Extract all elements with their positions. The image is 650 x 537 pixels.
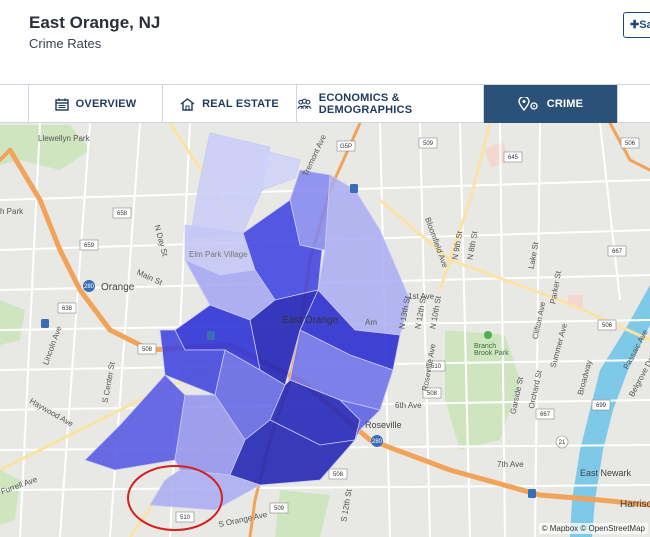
- map-canvas[interactable]: G5P 509 645 506 658 659 280 638 508 508 …: [0, 123, 650, 537]
- map-label-roseville: Roseville: [365, 420, 402, 430]
- save-button[interactable]: ✚Sa: [623, 12, 650, 38]
- svg-text:667: 667: [612, 249, 623, 255]
- map-label-ampere: Am: [365, 318, 377, 327]
- house-icon: [180, 97, 195, 111]
- map-label-llewellyn-park: Llewellyn Park: [38, 134, 90, 143]
- city-title: East Orange, NJ: [29, 13, 161, 32]
- tab-real-estate-label: REAL ESTATE: [202, 98, 279, 110]
- map-label-east-newark: East Newark: [580, 468, 632, 478]
- svg-text:508: 508: [142, 347, 153, 353]
- map-label-orange: Orange: [101, 282, 135, 293]
- tab-crime-label: CRIME: [546, 98, 584, 110]
- svg-text:G5P: G5P: [340, 144, 352, 150]
- svg-text:638: 638: [62, 306, 73, 312]
- svg-text:509: 509: [274, 506, 285, 512]
- section-tabs: OVERVIEW REAL ESTATE ECONOMICS & DEMOGRA…: [0, 84, 650, 123]
- page-subtitle: Crime Rates: [29, 36, 102, 51]
- location-pins-icon: [518, 97, 538, 111]
- tab-next-partial[interactable]: [618, 85, 650, 123]
- map-label-east-orange: East Orange: [282, 315, 339, 326]
- svg-text:645: 645: [508, 155, 519, 161]
- svg-text:667: 667: [540, 412, 551, 418]
- tab-economics-demographics-label: ECONOMICS & DEMOGRAPHICS: [318, 92, 413, 116]
- svg-text:509: 509: [423, 141, 434, 147]
- map-label-harrison: Harriso: [620, 499, 650, 510]
- svg-text:699: 699: [596, 403, 607, 409]
- svg-text:280: 280: [372, 439, 383, 445]
- svg-text:280: 280: [84, 284, 95, 290]
- svg-text:659: 659: [84, 243, 95, 249]
- tab-real-estate[interactable]: REAL ESTATE: [163, 85, 297, 123]
- map-label-branch-brook-park: Branch Brook Park: [474, 343, 509, 357]
- crime-map[interactable]: G5P 509 645 506 658 659 280 638 508 508 …: [0, 123, 650, 537]
- map-label-elm-park-village: Elm Park Village: [189, 250, 248, 259]
- svg-text:21: 21: [559, 440, 566, 446]
- svg-text:506: 506: [625, 141, 636, 147]
- svg-text:508: 508: [427, 391, 438, 397]
- save-button-label: Sa: [639, 19, 650, 31]
- svg-text:658: 658: [117, 211, 128, 217]
- plus-icon: ✚: [630, 19, 640, 31]
- calendar-icon: [54, 98, 69, 111]
- park-marker-icon: [484, 331, 492, 339]
- map-label-7th-ave: 7th Ave: [497, 460, 524, 469]
- svg-text:510: 510: [180, 515, 191, 521]
- page-header: East Orange, NJ Crime Rates ✚Sa: [0, 0, 650, 84]
- tab-prev-partial[interactable]: [0, 85, 29, 123]
- tab-economics-demographics[interactable]: ECONOMICS & DEMOGRAPHICS: [297, 85, 484, 123]
- tab-overview[interactable]: OVERVIEW: [29, 85, 163, 123]
- map-label-park: h Park: [0, 207, 24, 216]
- svg-text:506: 506: [602, 323, 613, 329]
- people-icon: [297, 98, 312, 109]
- map-label-6th-ave: 6th Ave: [395, 401, 422, 410]
- map-attribution[interactable]: © Mapbox © OpenStreetMap: [538, 523, 648, 534]
- tab-overview-label: OVERVIEW: [75, 98, 137, 110]
- tab-crime[interactable]: CRIME: [484, 85, 618, 123]
- svg-text:508: 508: [333, 472, 344, 478]
